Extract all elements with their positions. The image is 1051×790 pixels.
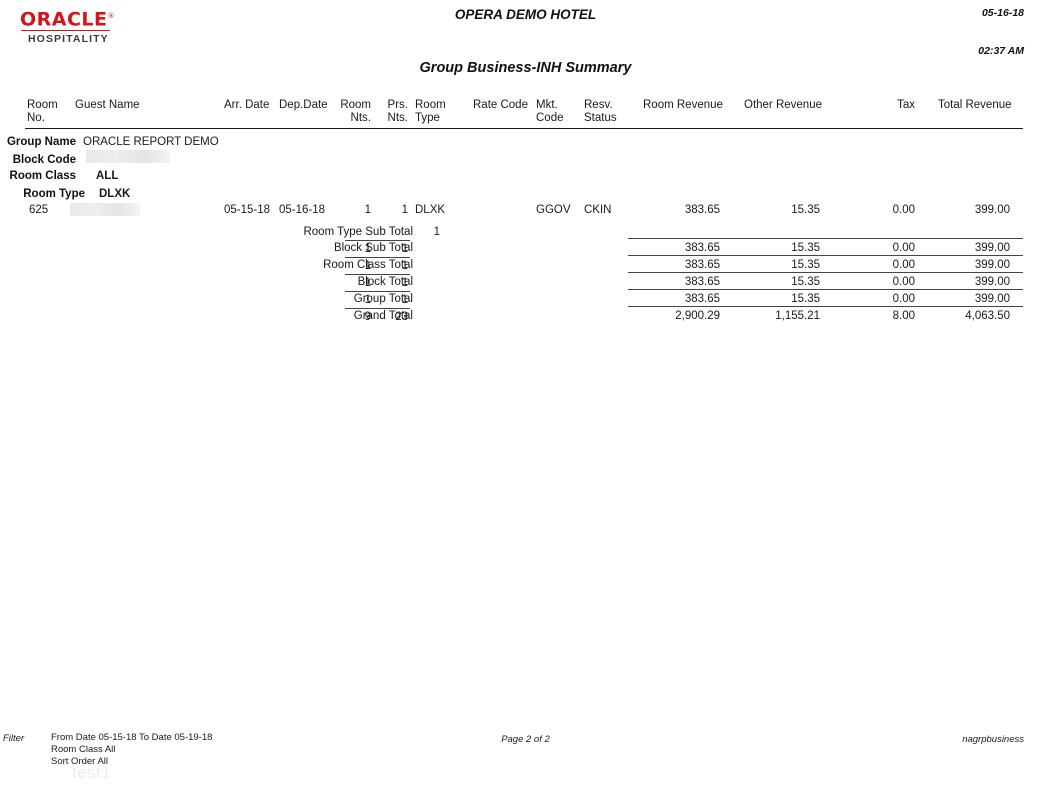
totals-room-revenue: 383.65 [684,276,720,288]
header-separator-rule [25,128,1023,129]
column-header-resv-status: Resv. Status [584,99,617,124]
column-header-room-type: Room Type [415,99,446,124]
report-title: Group Business-INH Summary [419,60,632,76]
cell-total-revenue: 399.00 [974,204,1010,216]
totals-room-revenue: 383.65 [684,293,720,305]
totals-room-revenue: 2,900.29 [675,310,720,322]
column-header-room-no: Room No. [27,99,58,124]
totals-tax: 0.00 [892,242,915,254]
block-code-value-redacted [86,150,170,163]
room-type-sub-total-prs-nts: 1 [433,226,440,238]
totals-prs-nts: 1 [401,243,408,255]
totals-room-nts: 1 [364,294,371,306]
totals-other-revenue: 15.35 [791,242,820,254]
report-page: ORACLE® HOSPITALITY OPERA DEMO HOTEL 05-… [0,0,1051,790]
totals-rule-nights [345,274,410,275]
cell-prs-nts: 1 [401,204,408,216]
totals-rule-nights [345,257,410,258]
totals-other-revenue: 15.35 [791,259,820,271]
cell-mkt-code: GGOV [536,204,571,216]
totals-rule-revenue [628,272,1023,273]
totals-tax: 8.00 [892,310,915,322]
cell-guest-name-redacted [70,203,140,216]
cell-other-revenue: 15.35 [791,204,820,216]
report-date: 05-16-18 [981,7,1024,19]
group-name-value: ORACLE REPORT DEMO [83,136,219,148]
totals-tax: 0.00 [892,276,915,288]
logo-divider [21,30,110,32]
report-time: 02:37 AM [978,45,1024,57]
totals-total-revenue: 399.00 [974,259,1010,271]
totals-prs-nts: 1 [401,260,408,272]
totals-prs-nts: 1 [401,294,408,306]
totals-room-revenue: 383.65 [684,242,720,254]
cell-tax: 0.00 [892,204,915,216]
totals-tax: 0.00 [892,293,915,305]
hospitality-wordmark: HOSPITALITY [28,33,109,46]
column-header-mkt-code: Mkt. Code [536,99,564,124]
totals-rule-revenue [628,238,1023,239]
totals-rule-revenue [628,306,1023,307]
totals-rule-revenue [628,255,1023,256]
room-class-value: ALL [96,170,119,182]
room-type-value: DLXK [99,188,131,200]
group-name-label: Group Name [6,136,76,148]
totals-room-nts: 1 [364,277,371,289]
totals-total-revenue: 399.00 [974,242,1010,254]
cell-resv-status: CKIN [584,204,612,216]
page-number: Page 2 of 2 [501,734,550,745]
totals-rule-nights [345,308,410,309]
totals-total-revenue: 399.00 [974,293,1010,305]
column-header-prs-nts: Prs. Nts. [387,99,408,124]
cell-room-type: DLXK [415,204,446,216]
room-type-label: Room Type [23,188,85,200]
report-id: nagrpbusiness [962,734,1024,745]
column-header-rate-code: Rate Code [473,99,528,111]
totals-rule-nights [345,291,410,292]
cell-room-nts: 1 [364,204,371,216]
room-type-sub-total-label: Room Type Sub Total [303,226,413,238]
totals-tax: 0.00 [892,259,915,271]
totals-room-nts: 1 [364,260,371,272]
totals-room-revenue: 383.65 [684,259,720,271]
column-header-room-nts: Room Nts. [340,99,371,124]
totals-other-revenue: 1,155.21 [775,310,820,322]
cell-room-revenue: 383.65 [684,204,720,216]
totals-other-revenue: 15.35 [791,293,820,305]
block-code-label: Block Code [12,154,76,166]
column-header-guest-name: Guest Name [75,99,140,111]
hotel-name: OPERA DEMO HOTEL [454,7,597,22]
totals-rule-revenue [628,289,1023,290]
room-class-label: Room Class [9,170,76,182]
totals-room-nts: 1 [364,243,371,255]
column-header-room-revenue: Room Revenue [643,99,723,111]
totals-total-revenue: 399.00 [974,276,1010,288]
filter-room-class: Room Class All [51,744,116,755]
filter-sort-order: Sort Order All [51,756,109,767]
cell-room-no: 625 [29,204,49,216]
totals-prs-nts: 23 [395,311,408,323]
totals-total-revenue: 4,063.50 [965,310,1010,322]
totals-room-nts: 9 [364,311,371,323]
totals-rule-nights [345,240,410,241]
column-header-total-revenue: Total Revenue [938,99,1012,111]
totals-prs-nts: 1 [401,277,408,289]
totals-other-revenue: 15.35 [791,276,820,288]
column-header-other-revenue: Other Revenue [744,99,822,111]
cell-arr-date: 05-15-18 [224,204,271,216]
column-header-arr-date: Arr. Date [224,99,270,111]
column-header-tax: Tax [897,99,915,111]
